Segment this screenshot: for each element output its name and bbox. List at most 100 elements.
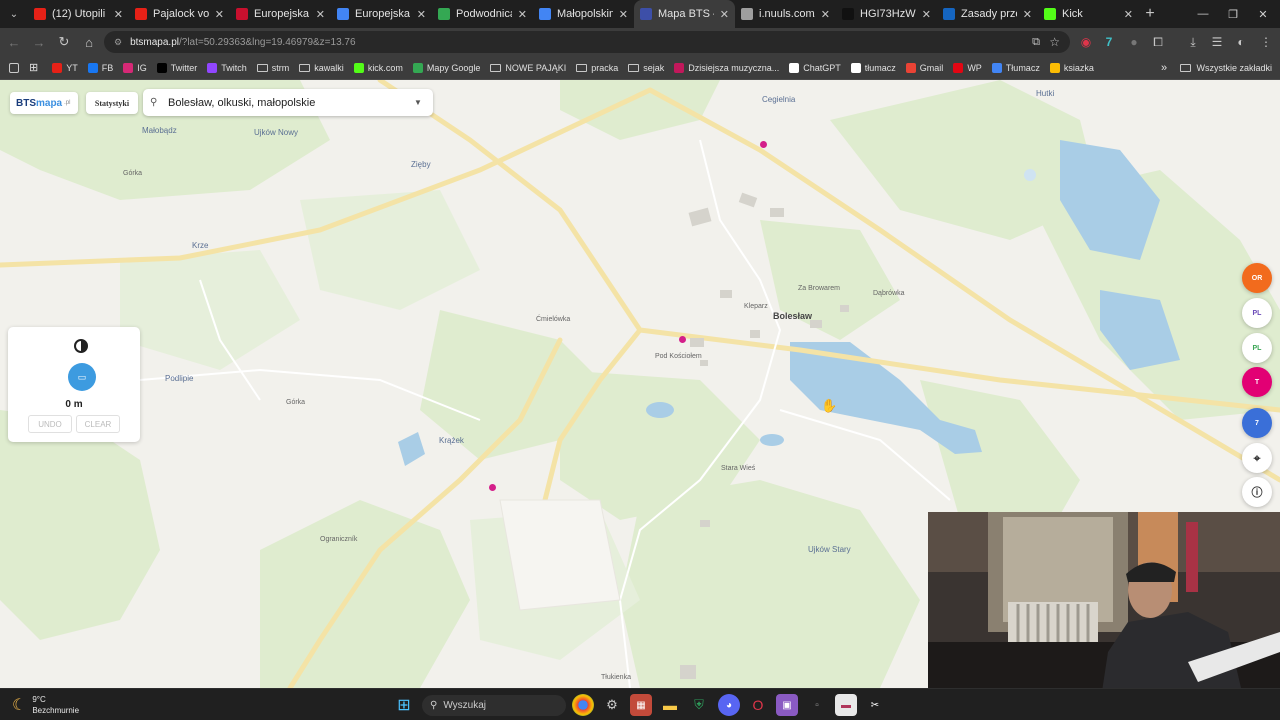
tab-close-icon[interactable]: ✕ <box>720 8 729 21</box>
capcut-app-icon[interactable]: ✂ <box>864 694 886 716</box>
bookmark-item[interactable]: FB <box>83 62 119 73</box>
bookmark-item[interactable]: Twitter <box>152 62 203 73</box>
chrome-menu-icon[interactable]: ⋮ <box>1256 32 1276 52</box>
bookmark-item[interactable]: ChatGPT <box>784 62 846 73</box>
tab-close-icon[interactable]: ✕ <box>1023 8 1032 21</box>
browser-tab[interactable]: Podwodnica – ✕ <box>432 0 533 28</box>
play-operator-button[interactable]: PL <box>1242 298 1272 328</box>
tab-close-icon[interactable]: ✕ <box>518 8 527 21</box>
bookmark-item[interactable]: Tłumacz <box>987 62 1045 73</box>
browser-tab[interactable]: Mapa BTS — d ✕ <box>634 0 735 28</box>
record-extension-icon[interactable]: ◉ <box>1076 32 1096 52</box>
btsmapa-logo[interactable]: BTS mapa .pl <box>10 92 78 114</box>
browser-tab[interactable]: Małopolskim C ✕ <box>533 0 634 28</box>
profile-avatar[interactable]: ◐ <box>1231 32 1251 52</box>
sidebar-toggle-icon[interactable] <box>4 62 24 73</box>
browser-tab[interactable]: i.nuuls.com/bR ✕ <box>735 0 836 28</box>
reading-list-icon[interactable]: ☰ <box>1207 32 1227 52</box>
tmobile-operator-button[interactable]: T <box>1242 367 1272 397</box>
home-icon[interactable]: ⌂ <box>77 30 101 54</box>
reload-icon[interactable]: ↻ <box>52 30 76 54</box>
bookmark-item[interactable]: tłumacz <box>846 62 901 73</box>
extension-icon[interactable]: ● <box>1124 32 1144 52</box>
browser-tab[interactable]: Europejska Kar ✕ <box>331 0 432 28</box>
logo-bts-text: BTS <box>16 97 36 109</box>
bookmark-item[interactable]: IG <box>118 62 152 73</box>
statistics-button[interactable]: Statystyki <box>86 92 138 114</box>
plus-operator-button[interactable]: PL <box>1242 333 1272 363</box>
back-icon[interactable]: ← <box>2 30 26 54</box>
bookmark-item[interactable]: NOWE PAJĄKI <box>485 63 571 73</box>
bookmark-star-icon[interactable]: ☆ <box>1049 35 1060 49</box>
bts-station-marker[interactable] <box>679 336 686 343</box>
shield-app-icon[interactable]: ⛨ <box>688 694 710 716</box>
tab-close-icon[interactable]: ✕ <box>1124 8 1133 21</box>
tab-close-icon[interactable]: ✕ <box>821 8 830 21</box>
browser-tab[interactable]: Zasady przewo ✕ <box>937 0 1038 28</box>
bookmark-item[interactable]: WP <box>948 62 987 73</box>
cells-layer-button[interactable]: 7 <box>1242 408 1272 438</box>
windows-start-icon[interactable]: ⊞ <box>393 694 415 716</box>
browser-tab[interactable]: Kick ✕ <box>1038 0 1139 28</box>
browser-tab[interactable]: HGI73HzWMA ✕ <box>836 0 937 28</box>
bookmark-item[interactable]: ksiazka <box>1045 62 1099 73</box>
bookmark-item[interactable]: pracka <box>571 63 623 73</box>
clear-button[interactable]: CLEAR <box>76 415 120 433</box>
tab-close-icon[interactable]: ✕ <box>619 8 628 21</box>
bookmark-item[interactable]: kawalki <box>294 63 349 73</box>
bookmark-item[interactable]: YT <box>47 62 83 73</box>
locate-me-icon[interactable]: ⌖ <box>1242 443 1272 473</box>
location-search-input[interactable] <box>168 96 408 109</box>
bookmark-item[interactable]: strm <box>252 63 295 73</box>
tab-close-icon[interactable]: ✕ <box>316 8 325 21</box>
tab-search-icon[interactable]: ⌄ <box>0 0 28 28</box>
forward-icon[interactable]: → <box>27 30 51 54</box>
taskbar-search[interactable]: ⚲ Wyszukaj <box>422 695 566 716</box>
all-bookmarks[interactable]: Wszystkie zakładki <box>1180 56 1272 80</box>
new-tab-button[interactable]: + <box>1139 5 1161 23</box>
ruler-measure-icon[interactable]: ▭ <box>68 363 96 391</box>
contrast-toggle-icon[interactable] <box>74 339 88 353</box>
7tv-extension-icon[interactable]: 7 <box>1099 32 1119 52</box>
site-info-icon[interactable]: ⚙ <box>114 37 122 48</box>
tab-close-icon[interactable]: ✕ <box>417 8 426 21</box>
settings-app-icon[interactable]: ⚙ <box>601 694 623 716</box>
app-icon[interactable]: ▫ <box>806 694 828 716</box>
bookmark-item[interactable]: sejak <box>623 63 669 73</box>
bookmark-item[interactable]: kick.com <box>349 62 408 73</box>
obs-app-icon[interactable]: ▬ <box>835 694 857 716</box>
minimize-icon[interactable]: — <box>1188 0 1218 28</box>
tab-close-icon[interactable]: ✕ <box>922 8 931 21</box>
weather-widget[interactable]: ☾ 9°C Bezchmurnie <box>12 694 79 716</box>
tab-close-icon[interactable]: ✕ <box>114 8 123 21</box>
more-bookmarks-icon[interactable]: » <box>1156 62 1172 74</box>
browser-tab[interactable]: Pajalock vod z ✕ <box>129 0 230 28</box>
bookmark-item[interactable]: Mapy Google <box>408 62 486 73</box>
maximize-icon[interactable]: ❐ <box>1218 0 1248 28</box>
tab-close-icon[interactable]: ✕ <box>215 8 224 21</box>
info-icon[interactable]: ⓘ <box>1242 477 1272 507</box>
discord-icon[interactable]: ◕ <box>718 694 740 716</box>
bts-station-marker[interactable] <box>760 141 767 148</box>
orange-operator-button[interactable]: OR <box>1242 263 1272 293</box>
dropdown-caret-icon[interactable]: ▼ <box>414 98 422 107</box>
location-search[interactable]: ⚲ ▼ <box>143 89 433 116</box>
app-icon[interactable]: ▣ <box>776 694 798 716</box>
browser-tab[interactable]: (12) Utopili 7 n ✕ <box>28 0 129 28</box>
extensions-puzzle-icon[interactable]: ⧠ <box>1148 32 1168 52</box>
bookmark-item[interactable]: Dzisiejsza muzyczna... <box>669 62 784 73</box>
close-window-icon[interactable]: ✕ <box>1248 0 1278 28</box>
address-bar[interactable]: ⚙ btsmapa.pl/?lat=50.29363&lng=19.46979&… <box>104 31 1070 53</box>
install-app-icon[interactable]: ⧉ <box>1032 36 1040 49</box>
opera-icon[interactable]: O <box>747 694 769 716</box>
bookmark-item[interactable]: Twitch <box>202 62 252 73</box>
browser-tab[interactable]: Europejska Kar ✕ <box>230 0 331 28</box>
chrome-app-icon[interactable] <box>572 694 594 716</box>
paint-app-icon[interactable]: ▦ <box>630 694 652 716</box>
download-icon[interactable]: ⤓ <box>1183 32 1203 52</box>
bts-station-marker[interactable] <box>489 484 496 491</box>
apps-icon[interactable]: ⊞ <box>24 61 43 74</box>
undo-button[interactable]: UNDO <box>28 415 72 433</box>
file-explorer-icon[interactable]: ▬ <box>659 694 681 716</box>
bookmark-item[interactable]: Gmail <box>901 62 949 73</box>
